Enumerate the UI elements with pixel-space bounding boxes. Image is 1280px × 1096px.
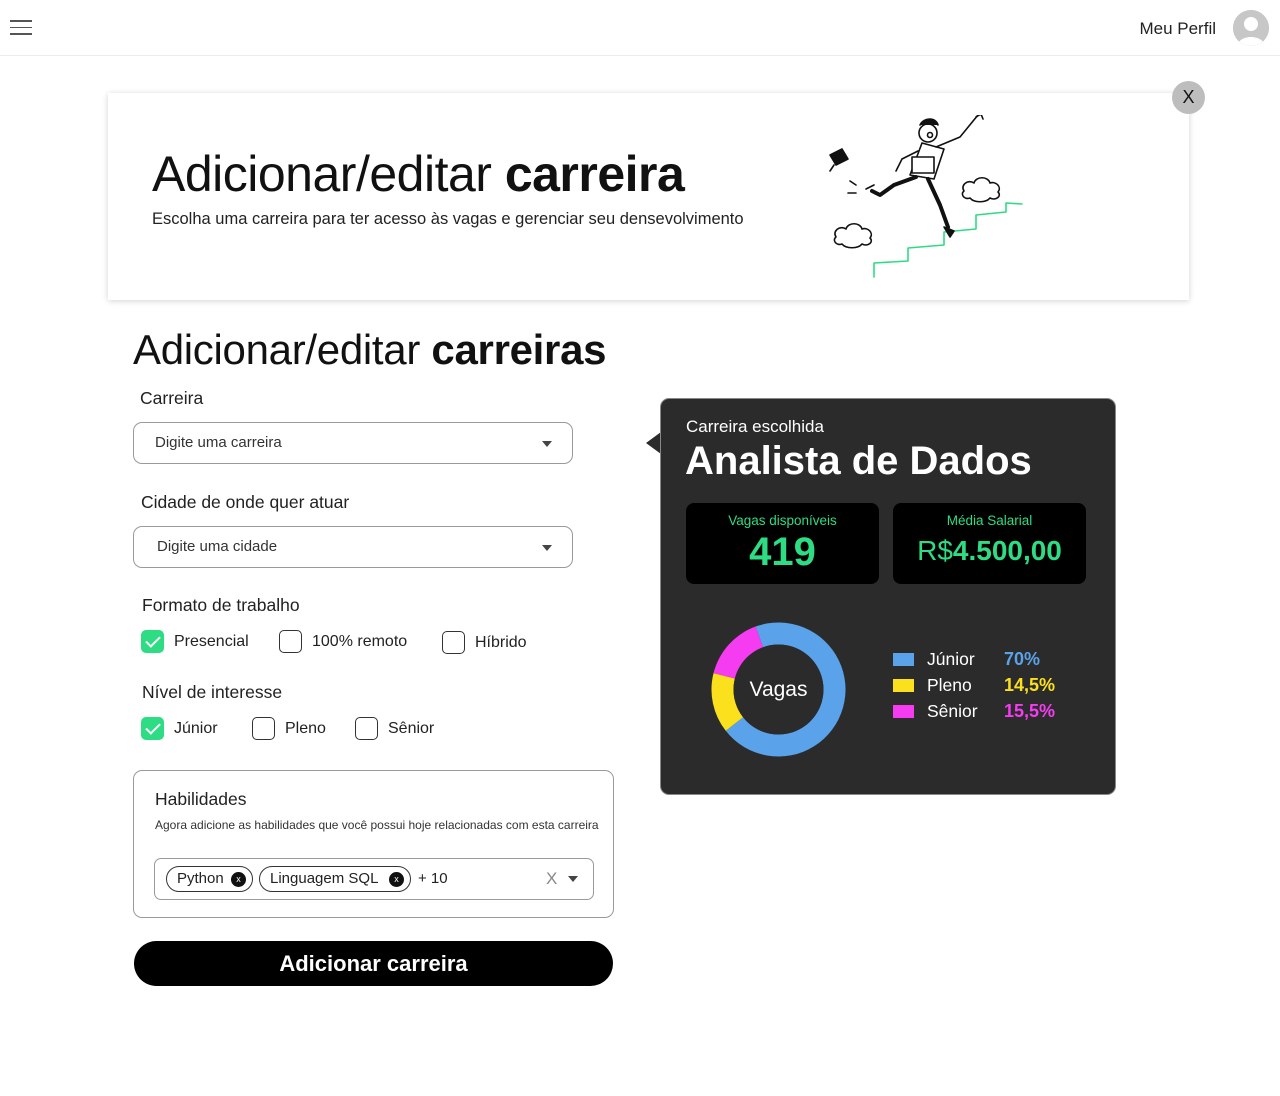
donut-center-label: Vagas: [750, 678, 808, 701]
career-placeholder: Digite uma carreira: [155, 434, 282, 451]
skills-multiselect[interactable]: Python x Linguagem SQL x + 10 X: [154, 858, 594, 900]
add-career-button[interactable]: Adicionar carreira: [134, 941, 613, 986]
more-skills-count[interactable]: + 10: [418, 870, 448, 887]
skills-title: Habilidades: [155, 789, 247, 809]
salary-value: R$4.500,00: [893, 535, 1086, 567]
section-title-light: Adicionar/editar: [133, 326, 432, 373]
work-format-option-presencial[interactable]: Presencial: [141, 630, 249, 653]
skills-box: Habilidades Agora adicione as habilidade…: [133, 770, 614, 918]
career-panel-title: Analista de Dados: [685, 439, 1032, 483]
interest-level-label: Nível de interesse: [142, 682, 283, 702]
legend-label: Júnior: [927, 649, 975, 669]
profile-link[interactable]: Meu Perfil: [1139, 19, 1216, 39]
clear-icon[interactable]: X: [546, 869, 557, 889]
career-label: Carreira: [140, 388, 204, 408]
hero-title-bold: carreira: [504, 146, 685, 202]
openings-label: Vagas disponíveis: [728, 513, 837, 528]
career-climb-illustration: [829, 115, 1023, 278]
checkbox-label: Presencial: [174, 632, 249, 650]
checkbox-senior[interactable]: [355, 717, 378, 740]
skill-chip: Linguagem SQL x: [259, 866, 411, 892]
checkbox-label: Sênior: [388, 719, 435, 737]
work-format-option-hybrid[interactable]: Híbrido: [442, 631, 527, 654]
hero-card: Adicionar/editar carreira Escolha uma ca…: [108, 93, 1189, 300]
close-button[interactable]: X: [1172, 81, 1205, 114]
top-bar: Meu Perfil: [0, 0, 1280, 56]
panel-pointer: [646, 432, 661, 454]
chevron-down-icon: [542, 441, 552, 447]
hero-title-light: Adicionar/editar: [152, 146, 505, 202]
checkbox-presencial[interactable]: [141, 630, 164, 653]
skills-description: Agora adicione as habilidades que você p…: [155, 818, 599, 832]
remove-chip-icon[interactable]: x: [231, 872, 246, 887]
interest-option-junior[interactable]: Júnior: [141, 717, 218, 740]
section-title-bold: carreiras: [431, 326, 607, 373]
city-placeholder: Digite uma cidade: [157, 538, 278, 555]
legend-swatch: [893, 705, 914, 718]
career-panel: Carreira escolhida Analista de Dados Vag…: [660, 398, 1116, 795]
salary-stat: Média Salarial R$4.500,00: [893, 503, 1086, 584]
legend-swatch: [893, 653, 914, 666]
checkbox-label: Híbrido: [475, 633, 527, 651]
salary-amount: 4.500,00: [952, 535, 1062, 566]
legend-label: Pleno: [927, 675, 972, 695]
skill-chip-label: Linguagem SQL: [270, 870, 379, 887]
hero-subtitle: Escolha uma carreira para ter acesso às …: [152, 210, 744, 228]
checkbox-junior[interactable]: [141, 717, 164, 740]
city-select[interactable]: Digite uma cidade: [133, 526, 573, 568]
skill-chip: Python x: [166, 866, 253, 892]
legend-label: Sênior: [927, 701, 978, 721]
interest-option-senior[interactable]: Sênior: [355, 717, 434, 740]
work-format-label: Formato de trabalho: [142, 595, 300, 615]
salary-currency: R$: [917, 535, 953, 566]
career-panel-subtitle: Carreira escolhida: [686, 417, 824, 436]
skill-chip-label: Python: [177, 870, 224, 887]
remove-chip-icon[interactable]: x: [389, 872, 404, 887]
career-select[interactable]: Digite uma carreira: [133, 422, 573, 464]
city-label: Cidade de onde quer atuar: [141, 492, 350, 512]
work-format-option-remote[interactable]: 100% remoto: [279, 630, 407, 653]
legend-value: 15,5%: [1004, 701, 1056, 721]
openings-value: 419: [749, 530, 816, 574]
legend-item: Júnior 70%: [893, 649, 1040, 670]
legend-item: Pleno 14,5%: [893, 675, 1055, 696]
legend-item: Sênior 15,5%: [893, 701, 1055, 722]
chevron-down-icon: [542, 545, 552, 551]
interest-option-pleno[interactable]: Pleno: [252, 717, 326, 740]
checkbox-pleno[interactable]: [252, 717, 275, 740]
checkbox-label: Júnior: [174, 719, 218, 737]
legend-value: 14,5%: [1004, 675, 1056, 695]
hero-title: Adicionar/editar carreira: [152, 145, 685, 203]
vacancies-donut-chart: Vagas: [711, 622, 846, 757]
checkbox-label: Pleno: [285, 719, 326, 737]
salary-label: Média Salarial: [946, 513, 1033, 528]
openings-stat: Vagas disponíveis 419: [686, 503, 879, 584]
legend-swatch: [893, 679, 914, 692]
checkbox-label: 100% remoto: [312, 632, 408, 650]
legend-value: 70%: [1004, 649, 1041, 669]
checkbox-hybrid[interactable]: [442, 631, 465, 654]
section-title: Adicionar/editar carreiras: [133, 326, 607, 374]
user-avatar-icon[interactable]: [1233, 10, 1269, 46]
hamburger-menu-icon[interactable]: [10, 20, 32, 36]
checkbox-remote[interactable]: [279, 630, 302, 653]
chevron-down-icon[interactable]: [568, 876, 578, 882]
